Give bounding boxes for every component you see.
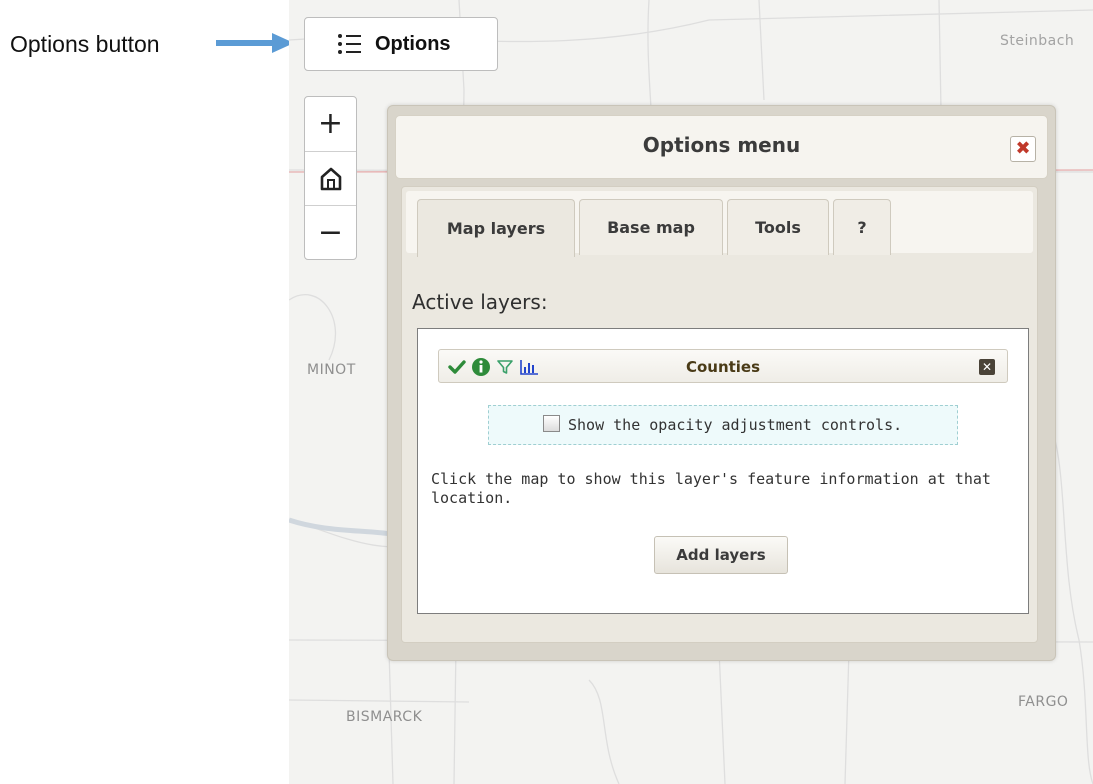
opacity-label[interactable]: Show the opacity adjustment controls. xyxy=(568,416,902,434)
zoom-control: + − xyxy=(304,96,357,260)
tab-help[interactable]: ? xyxy=(833,199,891,255)
close-icon: ✖ xyxy=(1015,138,1031,159)
city-label-steinbach: Steinbach xyxy=(1000,33,1075,49)
minus-icon: − xyxy=(317,215,344,250)
plus-icon: + xyxy=(317,106,344,141)
tab-tools[interactable]: Tools xyxy=(727,199,829,255)
tab-base-map[interactable]: Base map xyxy=(579,199,723,255)
opacity-toggle: Show the opacity adjustment controls. xyxy=(488,405,958,445)
active-layers-heading: Active layers: xyxy=(412,290,548,314)
zoom-out-button[interactable]: − xyxy=(305,205,356,260)
layer-row-counties: Counties ✕ xyxy=(438,349,1008,383)
panel-body: Map layers Base map Tools ? Active layer… xyxy=(401,186,1038,643)
list-icon xyxy=(338,34,361,54)
active-layers-box: Counties ✕ Show the opacity adjustment c… xyxy=(417,328,1029,614)
remove-icon[interactable]: ✕ xyxy=(979,359,995,375)
home-icon xyxy=(320,167,341,191)
opacity-checkbox[interactable] xyxy=(543,415,560,432)
panel-header: Options menu ✖ xyxy=(395,115,1048,179)
close-button[interactable]: ✖ xyxy=(1010,136,1036,162)
city-label-bismarck: BISMARCK xyxy=(346,709,423,725)
panel-title: Options menu xyxy=(642,133,801,157)
tab-strip: Map layers Base map Tools ? xyxy=(406,191,1033,257)
city-label-minot: MINOT xyxy=(307,362,356,378)
home-button[interactable] xyxy=(305,151,356,206)
zoom-in-button[interactable]: + xyxy=(305,97,356,151)
options-menu-panel: Options menu ✖ Map layers Base map Tools… xyxy=(387,105,1056,661)
layer-info-text: Click the map to show this layer's featu… xyxy=(431,470,991,507)
options-button-label: Options xyxy=(375,33,451,55)
annotation-arrow-icon xyxy=(216,33,294,53)
tab-map-layers[interactable]: Map layers xyxy=(417,199,575,257)
city-label-fargo: FARGO xyxy=(1018,694,1069,710)
annotation-label: Options button xyxy=(10,31,160,57)
add-layers-button[interactable]: Add layers xyxy=(654,536,788,574)
layer-name: Counties xyxy=(685,358,761,376)
options-button[interactable]: Options xyxy=(304,17,498,71)
